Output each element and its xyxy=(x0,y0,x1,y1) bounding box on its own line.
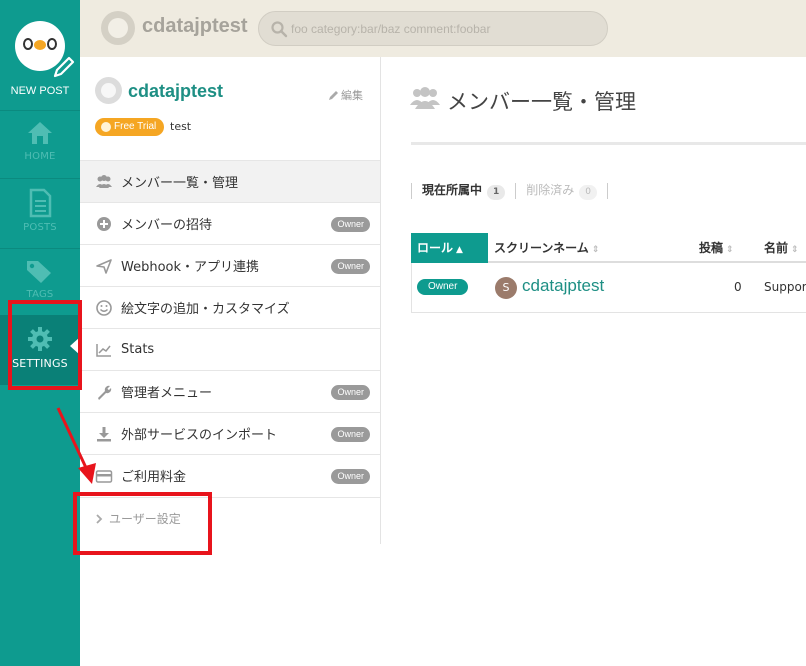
logo-eye-left xyxy=(23,38,33,50)
users-icon xyxy=(96,174,112,188)
member-screen-name[interactable]: cdatajptest xyxy=(522,276,604,296)
tags-icon xyxy=(27,261,51,283)
pencil-icon xyxy=(329,91,338,100)
home-icon xyxy=(28,122,52,144)
menu-item-stats[interactable]: Stats xyxy=(80,328,380,370)
search-input[interactable] xyxy=(291,18,601,40)
menu-label: 絵文字の追加・カスタマイズ xyxy=(121,302,290,317)
pencil-icon[interactable] xyxy=(51,54,77,80)
team-name[interactable]: cdatajptest xyxy=(142,15,248,38)
team-avatar[interactable] xyxy=(101,11,135,45)
column-label: ロール xyxy=(417,241,454,255)
sidebar-item-label: TAGS xyxy=(26,289,54,300)
smiley-icon xyxy=(96,299,112,316)
menu-item-members[interactable]: メンバー一覧・管理 xyxy=(80,160,380,202)
column-label: スクリーンネーム xyxy=(494,241,589,255)
paper-plane-icon xyxy=(96,258,112,274)
member-tabs: 現在所属中 1 削除済み 0 xyxy=(411,181,618,200)
logo-eye-right xyxy=(47,38,57,50)
column-header-posts[interactable]: 投稿 ⇕ xyxy=(699,233,734,263)
sort-icon: ⇕ xyxy=(726,245,734,255)
column-header-role[interactable]: ロール ▲ xyxy=(411,233,488,263)
menu-label: Stats xyxy=(121,342,155,357)
sort-icon: ⇕ xyxy=(591,245,600,255)
plan-badge: Free Trial xyxy=(95,118,165,136)
search-icon xyxy=(271,21,288,38)
menu-item-invite[interactable]: メンバーの招待 Owner xyxy=(80,202,380,244)
rail-divider xyxy=(0,178,80,179)
line-chart-icon xyxy=(96,343,111,357)
member-name: Suppor xyxy=(764,280,806,294)
plan-name: test xyxy=(170,120,192,133)
role-badge: Owner xyxy=(417,279,469,295)
users-icon xyxy=(410,87,440,109)
sidebar-item-posts[interactable]: POSTS xyxy=(0,187,80,233)
settings-panel: cdatajptest 編集 Free Trial test メンバー一覧・管理… xyxy=(80,57,381,544)
top-bar: cdatajptest xyxy=(80,0,806,57)
column-header-name[interactable]: 名前 ⇕ xyxy=(764,233,799,263)
plan-badge-icon xyxy=(101,122,111,132)
edit-link[interactable]: 編集 xyxy=(328,87,363,103)
owner-badge: Owner xyxy=(331,385,370,400)
team-avatar xyxy=(95,77,122,104)
annotation-arrow xyxy=(56,407,96,484)
menu-item-admin[interactable]: 管理者メニュー Owner xyxy=(80,370,380,412)
rail-divider xyxy=(0,110,80,111)
rail-divider xyxy=(0,248,80,249)
edit-label: 編集 xyxy=(341,89,363,102)
sort-icon: ⇕ xyxy=(791,245,799,255)
menu-item-billing[interactable]: ご利用料金 Owner xyxy=(80,454,380,496)
tab-deleted-members[interactable]: 削除済み 0 xyxy=(526,181,598,200)
column-header-screen-name[interactable]: スクリーンネーム ⇕ xyxy=(494,233,599,263)
menu-item-import[interactable]: 外部サービスのインポート Owner xyxy=(80,412,380,454)
tab-divider xyxy=(411,182,412,199)
member-post-count: 0 xyxy=(734,280,742,294)
owner-badge: Owner xyxy=(331,259,370,274)
menu-label: メンバー一覧・管理 xyxy=(121,176,239,191)
column-label: 投稿 xyxy=(699,241,724,255)
sidebar-item-label: POSTS xyxy=(23,222,57,233)
title-divider xyxy=(411,142,806,145)
tab-label: 削除済み xyxy=(526,183,575,197)
sort-asc-icon: ▲ xyxy=(456,245,463,255)
sidebar-item-home[interactable]: HOME xyxy=(0,118,80,162)
tab-current-members[interactable]: 現在所属中 1 xyxy=(422,181,506,200)
page-title: メンバー一覧・管理 xyxy=(447,90,636,114)
owner-badge: Owner xyxy=(331,469,370,484)
column-label: 名前 xyxy=(764,241,789,255)
table-header: ロール ▲ スクリーンネーム ⇕ 投稿 ⇕ 名前 ⇕ xyxy=(411,233,806,263)
menu-item-webhook[interactable]: Webhook・アプリ連携 Owner xyxy=(80,244,380,286)
tab-count: 1 xyxy=(487,185,506,200)
user-settings-highlight-box xyxy=(73,492,212,555)
search-box[interactable] xyxy=(258,11,608,46)
tab-divider xyxy=(607,182,609,199)
tab-divider xyxy=(515,182,517,199)
wrench-icon xyxy=(98,385,112,400)
table-row: Owner S cdatajptest 0 Suppor xyxy=(411,263,806,313)
sidebar-item-label: HOME xyxy=(24,151,56,162)
logo-nose xyxy=(34,40,46,50)
tab-label: 現在所属中 xyxy=(422,183,483,197)
plan-badge-label: Free Trial xyxy=(114,121,157,132)
plus-circle-icon xyxy=(97,216,111,231)
document-icon xyxy=(29,188,52,218)
main-content: メンバー一覧・管理 現在所属中 1 削除済み 0 ロール ▲ スクリーンネーム ⇕ 投稿… xyxy=(381,57,806,666)
sidebar-item-tags[interactable]: TAGS xyxy=(0,256,80,300)
new-post-button[interactable]: NEW POST xyxy=(0,85,80,97)
owner-badge: Owner xyxy=(331,427,370,442)
settings-highlight-box xyxy=(8,300,82,390)
avatar[interactable]: S xyxy=(495,277,517,299)
tab-count: 0 xyxy=(579,185,598,200)
members-table: ロール ▲ スクリーンネーム ⇕ 投稿 ⇕ 名前 ⇕ Owner S cdatajpte… xyxy=(411,233,806,313)
panel-team-name: cdatajptest xyxy=(128,81,224,101)
menu-item-emoji[interactable]: 絵文字の追加・カスタマイズ xyxy=(80,286,380,328)
owner-badge: Owner xyxy=(331,217,370,232)
